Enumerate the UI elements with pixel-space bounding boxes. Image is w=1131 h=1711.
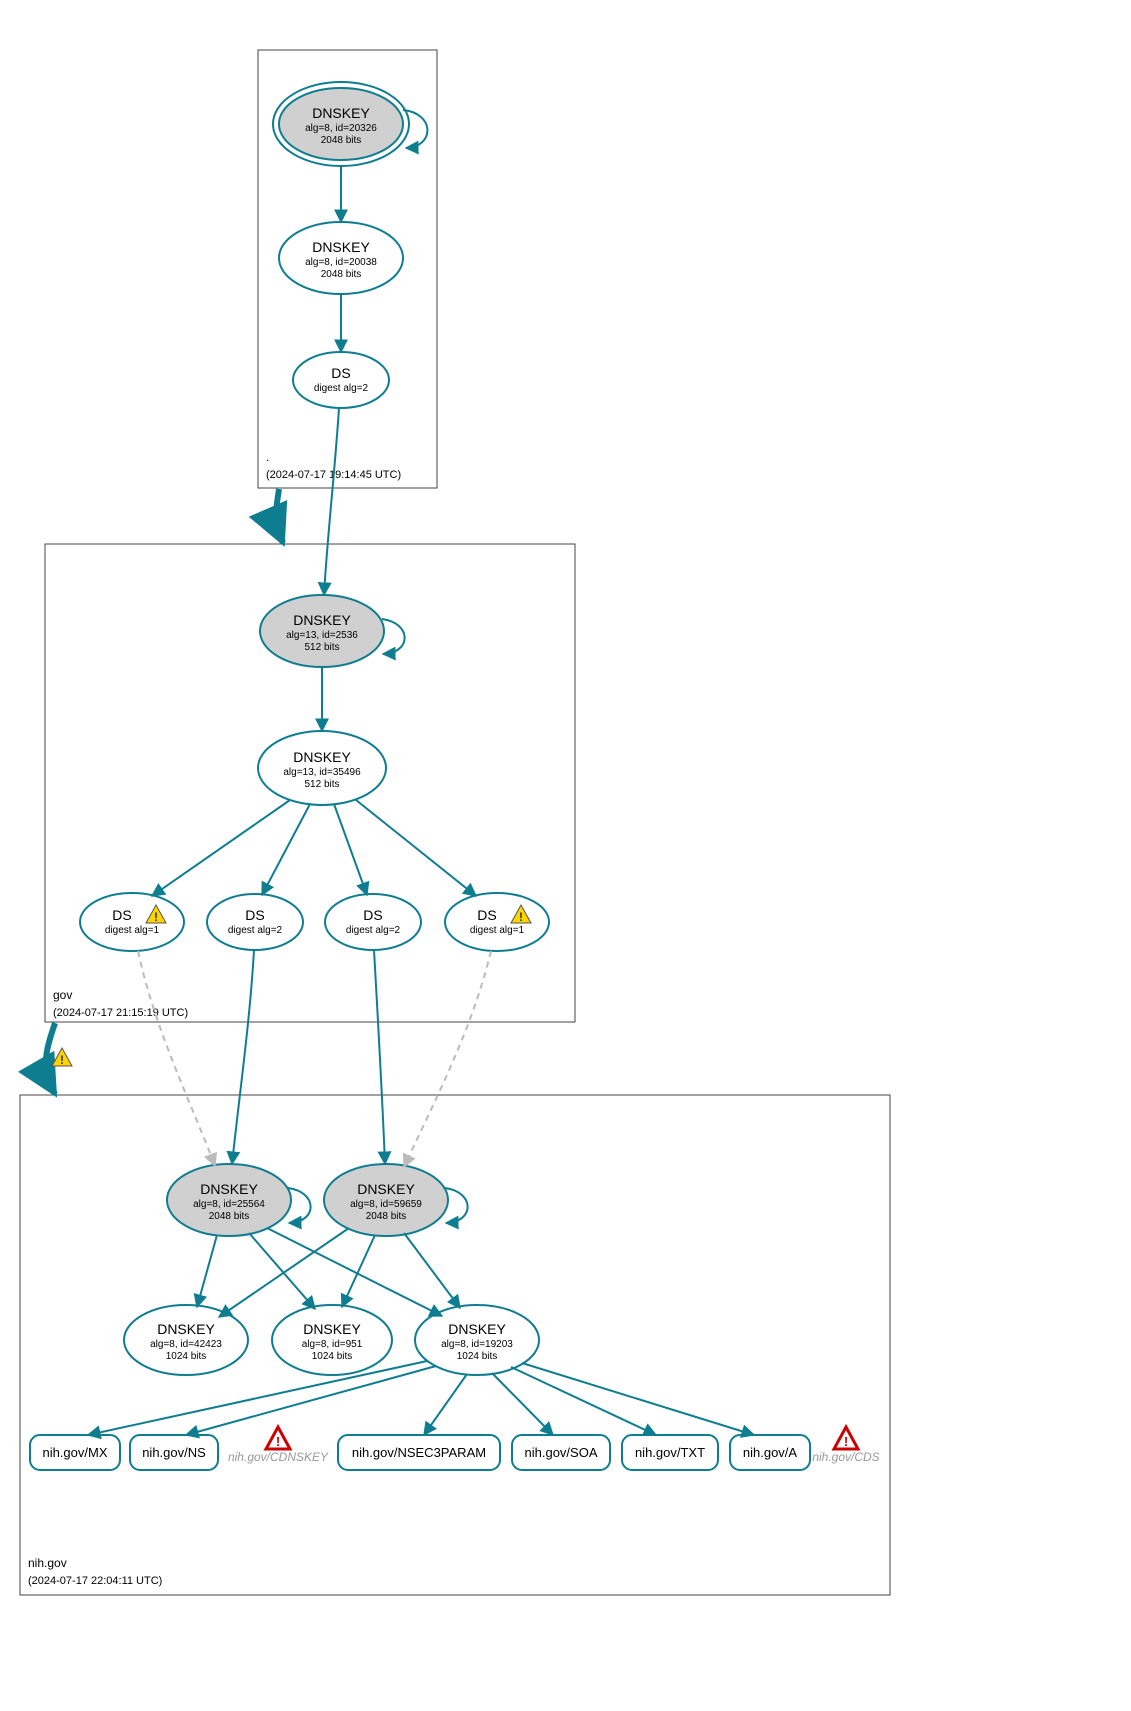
- node-nih-zsk2: DNSKEY alg=8, id=951 1024 bits: [272, 1305, 392, 1375]
- svg-text:DNSKEY: DNSKEY: [200, 1181, 258, 1197]
- svg-text:DNSKEY: DNSKEY: [157, 1321, 215, 1337]
- svg-text:nih.gov/NSEC3PARAM: nih.gov/NSEC3PARAM: [352, 1445, 486, 1460]
- node-nih-zsk3: DNSKEY alg=8, id=19203 1024 bits: [415, 1305, 539, 1375]
- self-loop-root-ksk: [403, 110, 427, 148]
- svg-text:512 bits: 512 bits: [304, 779, 339, 790]
- svg-text:DS: DS: [363, 907, 382, 923]
- edge-k2-z3: [404, 1233, 460, 1308]
- rr-cds-missing: nih.gov/CDS: [812, 1450, 879, 1464]
- svg-text:1024 bits: 1024 bits: [457, 1351, 498, 1362]
- svg-text:digest alg=1: digest alg=1: [470, 925, 525, 936]
- svg-text:DS: DS: [245, 907, 264, 923]
- edge-ds2-ksk1: [232, 950, 254, 1164]
- edge-ds3-ksk2: [374, 950, 385, 1164]
- svg-text:alg=8, id=20038: alg=8, id=20038: [305, 257, 377, 268]
- edge-z3-txt: [511, 1367, 656, 1435]
- svg-text:nih.gov/A: nih.gov/A: [743, 1445, 798, 1460]
- edge-z3-mx: [88, 1361, 427, 1435]
- svg-text:DNSKEY: DNSKEY: [303, 1321, 361, 1337]
- svg-text:nih.gov/SOA: nih.gov/SOA: [525, 1445, 598, 1460]
- svg-text:nih.gov/MX: nih.gov/MX: [42, 1445, 107, 1460]
- self-loop-gov-ksk: [382, 619, 405, 654]
- edge-ds4-ksk2: [404, 951, 491, 1167]
- rr-cdnskey-missing: nih.gov/CDNSKEY: [228, 1450, 329, 1464]
- svg-text:digest alg=2: digest alg=2: [314, 383, 369, 394]
- self-loop-nih-ksk1: [288, 1188, 311, 1223]
- svg-text:digest alg=2: digest alg=2: [228, 925, 283, 936]
- edge-k1-z1: [197, 1235, 217, 1307]
- error-icon: [266, 1427, 290, 1449]
- edge-ds1-ksk1: [138, 951, 215, 1166]
- svg-text:1024 bits: 1024 bits: [166, 1351, 207, 1362]
- zone-root-label: .: [266, 450, 269, 464]
- edge-gov-to-nih: [46, 1023, 55, 1094]
- node-root-zsk: DNSKEY alg=8, id=20038 2048 bits: [279, 222, 403, 294]
- edge-govzsk-ds3: [334, 804, 367, 895]
- svg-text:2048 bits: 2048 bits: [209, 1211, 250, 1222]
- svg-text:nih.gov/NS: nih.gov/NS: [142, 1445, 206, 1460]
- node-gov-ds4: DS digest alg=1: [445, 893, 549, 951]
- svg-text:alg=13, id=35496: alg=13, id=35496: [283, 767, 361, 778]
- edge-k1-z3: [267, 1228, 442, 1316]
- node-gov-ds3: DS digest alg=2: [325, 894, 421, 950]
- svg-text:DS: DS: [477, 907, 496, 923]
- edge-k2-z2: [342, 1235, 375, 1307]
- svg-text:DNSKEY: DNSKEY: [293, 749, 351, 765]
- node-gov-zsk: DNSKEY alg=13, id=35496 512 bits: [258, 731, 386, 805]
- edge-z3-a: [522, 1363, 754, 1435]
- error-icon: [834, 1427, 858, 1449]
- svg-text:DS: DS: [112, 907, 131, 923]
- svg-text:alg=8, id=951: alg=8, id=951: [302, 1339, 363, 1350]
- node-nih-zsk1: DNSKEY alg=8, id=42423 1024 bits: [124, 1305, 248, 1375]
- zone-nih-label: nih.gov: [28, 1556, 67, 1570]
- svg-text:alg=8, id=19203: alg=8, id=19203: [441, 1339, 513, 1350]
- node-nih-ksk1: DNSKEY alg=8, id=25564 2048 bits: [167, 1164, 291, 1236]
- edge-govzsk-ds4: [356, 800, 476, 896]
- svg-text:alg=8, id=42423: alg=8, id=42423: [150, 1339, 222, 1350]
- svg-text:512 bits: 512 bits: [304, 642, 339, 653]
- node-root-ds: DS digest alg=2: [293, 352, 389, 408]
- edge-z3-ns: [186, 1366, 436, 1435]
- zone-gov-label: gov: [53, 988, 72, 1002]
- svg-text:alg=8, id=25564: alg=8, id=25564: [193, 1199, 265, 1210]
- svg-text:2048 bits: 2048 bits: [366, 1211, 407, 1222]
- edge-k1-z2: [249, 1233, 315, 1309]
- svg-text:DNSKEY: DNSKEY: [312, 239, 370, 255]
- node-gov-ds2: DS digest alg=2: [207, 894, 303, 950]
- svg-text:1024 bits: 1024 bits: [312, 1351, 353, 1362]
- self-loop-nih-ksk2: [445, 1188, 468, 1223]
- edge-k2-z1: [219, 1228, 349, 1317]
- zone-gov-time: (2024-07-17 21:15:19 UTC): [53, 1007, 188, 1019]
- warning-icon: [52, 1048, 72, 1067]
- svg-text:DNSKEY: DNSKEY: [448, 1321, 506, 1337]
- edge-root-to-gov: [276, 489, 283, 543]
- svg-text:digest alg=2: digest alg=2: [346, 925, 401, 936]
- svg-text:alg=8, id=59659: alg=8, id=59659: [350, 1199, 422, 1210]
- svg-text:nih.gov/TXT: nih.gov/TXT: [635, 1445, 705, 1460]
- edge-rootds-govksk: [324, 408, 339, 595]
- svg-text:DNSKEY: DNSKEY: [312, 105, 370, 121]
- node-root-ksk: DNSKEY alg=8, id=20326 2048 bits: [273, 82, 409, 166]
- svg-text:DNSKEY: DNSKEY: [357, 1181, 415, 1197]
- edge-z3-nsec: [424, 1374, 467, 1435]
- zone-nih-time: (2024-07-17 22:04:11 UTC): [28, 1575, 162, 1587]
- node-gov-ksk: DNSKEY alg=13, id=2536 512 bits: [260, 595, 384, 667]
- node-gov-ds1: DS digest alg=1: [80, 893, 184, 951]
- svg-text:alg=8, id=20326: alg=8, id=20326: [305, 123, 377, 134]
- svg-text:2048 bits: 2048 bits: [321, 269, 362, 280]
- svg-text:DNSKEY: DNSKEY: [293, 612, 351, 628]
- svg-text:2048 bits: 2048 bits: [321, 135, 362, 146]
- edge-govzsk-ds2: [262, 804, 310, 895]
- svg-text:alg=13, id=2536: alg=13, id=2536: [286, 630, 358, 641]
- node-nih-ksk2: DNSKEY alg=8, id=59659 2048 bits: [324, 1164, 448, 1236]
- dnssec-diagram: ! ! . (2024-07-17 19:14:45 UTC) DNSKEY a…: [0, 0, 1131, 1711]
- svg-text:digest alg=1: digest alg=1: [105, 925, 160, 936]
- svg-text:DS: DS: [331, 365, 350, 381]
